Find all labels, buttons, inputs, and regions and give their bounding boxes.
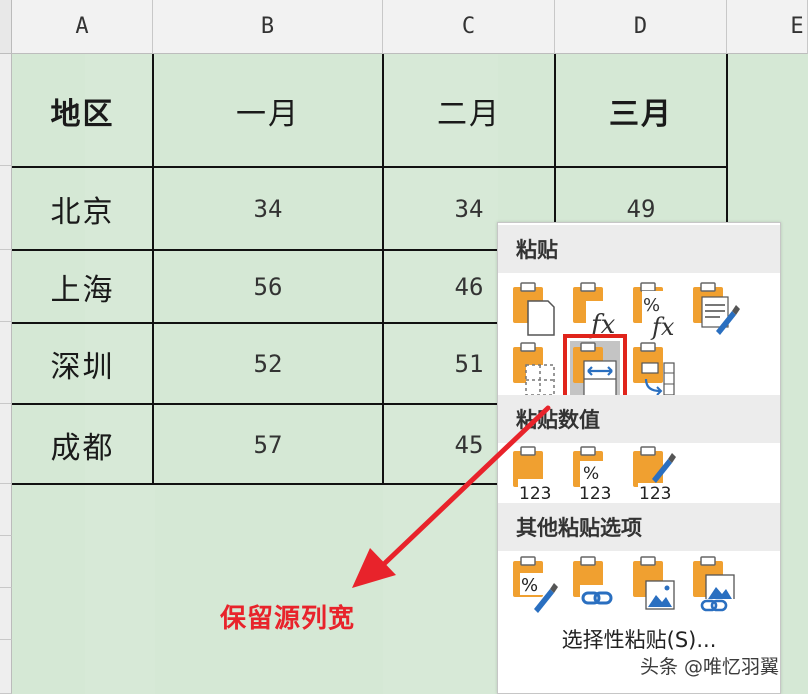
row-header[interactable] — [0, 484, 12, 536]
section-header-paste: 粘贴 — [498, 225, 780, 273]
paste-formulas-number-format-button[interactable]: % fx — [630, 281, 680, 341]
paste-keep-source-formatting-button[interactable] — [690, 281, 740, 341]
row-header[interactable] — [0, 640, 12, 694]
paste-linked-picture-button[interactable] — [690, 555, 740, 615]
svg-text:%: % — [521, 575, 538, 596]
paste-values-number-format-button[interactable]: % 123 — [570, 445, 620, 505]
row-header[interactable] — [0, 166, 12, 250]
table-cell[interactable]: 52 — [153, 324, 383, 404]
paste-values-source-formatting-icon: 123 — [633, 446, 678, 504]
paste-transpose-button[interactable] — [630, 341, 680, 401]
svg-text:%: % — [583, 464, 599, 484]
column-header-e-label: E — [790, 14, 804, 39]
paste-options-menu: 粘贴 fx % fx 粘贴数值 123 % 123 123 其他粘贴选项 % 选… — [497, 222, 781, 694]
row-header[interactable] — [0, 536, 12, 588]
paste-formatting-icon: % — [513, 556, 558, 613]
paste-values-icon: 123 — [513, 446, 558, 504]
values-123-label: 123 — [639, 484, 671, 504]
watermark: 头条 @唯忆羽翼 — [640, 656, 780, 678]
row-header[interactable] — [0, 588, 12, 640]
paste-linked-picture-icon — [693, 556, 736, 613]
paste-keep-source-column-widths-icon — [573, 342, 617, 398]
table-header-cell[interactable]: 地区 — [12, 56, 153, 166]
paste-icon — [513, 282, 555, 336]
paste-values-number-format-icon: % 123 — [573, 446, 618, 504]
table-cell[interactable]: 深圳 — [12, 324, 153, 404]
paste-no-borders-button[interactable] — [510, 341, 560, 401]
row-header[interactable] — [0, 404, 12, 484]
paste-button[interactable] — [510, 281, 560, 341]
paste-formulas-number-format-icon: % fx — [633, 282, 676, 341]
table-header-cell[interactable]: 一月 — [153, 56, 383, 166]
values-123-label: 123 — [519, 484, 551, 504]
paste-values-source-formatting-button[interactable]: 123 — [630, 445, 680, 505]
table-header-cell[interactable]: 二月 — [383, 56, 555, 166]
paste-link-button[interactable] — [570, 555, 620, 615]
row-header[interactable] — [0, 54, 12, 166]
paste-link-icon — [573, 556, 618, 611]
values-123-label: 123 — [579, 484, 611, 504]
annotation-label: 保留源列宽 — [220, 604, 356, 634]
paste-formatting-button[interactable]: % — [510, 555, 560, 615]
paste-picture-button[interactable] — [630, 555, 680, 615]
paste-values-button[interactable]: 123 — [510, 445, 560, 505]
section-header-paste-values: 粘贴数值 — [498, 395, 780, 443]
select-all-corner[interactable] — [0, 0, 12, 54]
paste-formulas-icon: fx — [573, 282, 616, 340]
svg-text:fx: fx — [650, 313, 675, 341]
table-cell[interactable]: 北京 — [12, 168, 153, 250]
column-header-d[interactable]: D — [555, 0, 727, 54]
column-header-c[interactable]: C — [383, 0, 555, 54]
table-cell[interactable]: 成都 — [12, 405, 153, 484]
table-cell[interactable]: 56 — [153, 251, 383, 323]
paste-transpose-icon — [633, 342, 675, 396]
row-header[interactable] — [0, 250, 12, 322]
table-cell[interactable]: 上海 — [12, 251, 153, 323]
section-header-other-paste-options: 其他粘贴选项 — [498, 503, 780, 551]
column-header-a[interactable]: A — [12, 0, 153, 54]
paste-picture-icon — [633, 556, 675, 610]
paste-keep-source-formatting-icon — [693, 282, 740, 335]
paste-no-borders-icon — [513, 342, 555, 396]
table-header-cell[interactable]: 三月 — [555, 56, 727, 166]
paste-formulas-button[interactable]: fx — [570, 281, 620, 341]
row-header[interactable] — [0, 322, 12, 404]
table-cell[interactable]: 34 — [153, 168, 383, 250]
column-header-e[interactable]: E — [727, 0, 808, 54]
paste-keep-source-column-widths-button[interactable] — [563, 334, 627, 408]
column-header-b[interactable]: B — [153, 0, 383, 54]
svg-text:fx: fx — [589, 310, 616, 340]
table-cell[interactable]: 57 — [153, 405, 383, 484]
